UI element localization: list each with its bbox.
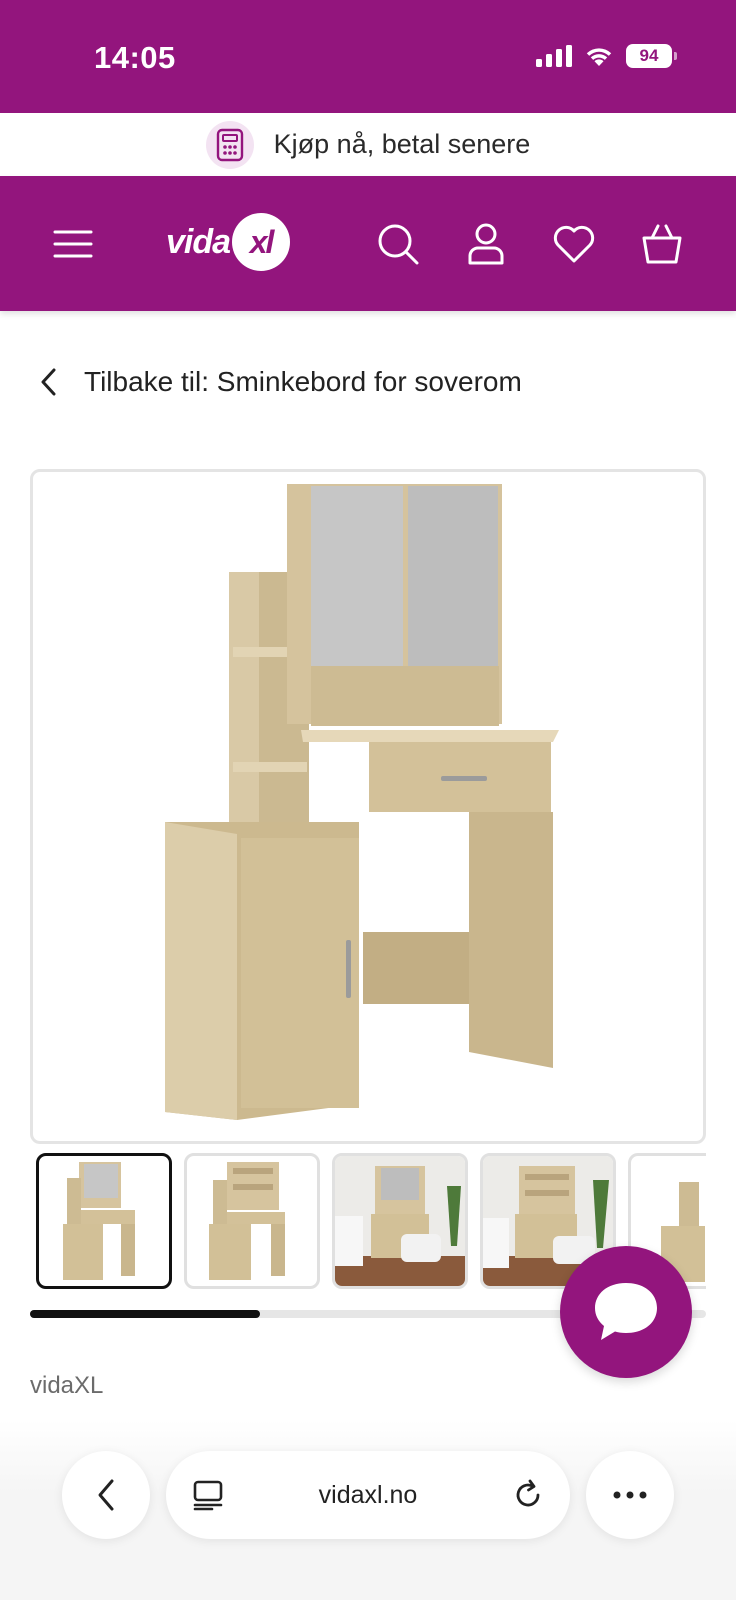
more-icon	[613, 1491, 647, 1499]
cart-basket-icon[interactable]	[634, 216, 690, 272]
breadcrumb[interactable]: Tilbake til: Sminkebord for soverom	[36, 360, 522, 404]
vidaxl-logo[interactable]: vida xl	[166, 212, 291, 272]
reload-icon[interactable]	[512, 1479, 544, 1511]
status-time: 14:05	[94, 40, 176, 75]
chat-bubble-icon	[595, 1283, 657, 1340]
chevron-left-icon	[41, 368, 56, 396]
calculator-icon	[205, 120, 254, 169]
wishlist-heart-icon[interactable]	[546, 216, 602, 272]
thumbnail-1[interactable]	[36, 1153, 172, 1289]
tabs-reader-icon[interactable]	[192, 1479, 224, 1511]
status-bar: 14:05 94	[0, 0, 736, 113]
signal-icon	[536, 45, 572, 67]
battery-level: 94	[639, 46, 659, 65]
logo-text: vida	[166, 222, 231, 261]
status-icons: 94	[536, 44, 677, 68]
browser-back-button[interactable]	[62, 1451, 150, 1539]
menu-icon[interactable]	[45, 216, 101, 272]
browser-more-button[interactable]	[586, 1451, 674, 1539]
breadcrumb-link: Tilbake til: Sminkebord for soverom	[84, 366, 522, 397]
chat-button[interactable]	[560, 1246, 692, 1378]
product-brand[interactable]: vidaXL	[30, 1372, 103, 1400]
account-icon[interactable]	[458, 216, 514, 272]
url-text: vidaxl.no	[318, 1480, 418, 1509]
battery-icon: 94	[626, 44, 677, 68]
thumbnail-2[interactable]	[184, 1153, 320, 1289]
browser-toolbar: vidaxl.no	[0, 1420, 736, 1600]
site-header: vida xl	[0, 176, 736, 311]
promo-bar[interactable]: Kjøp nå, betal senere	[0, 113, 736, 176]
thumbnail-3[interactable]	[332, 1153, 468, 1289]
address-bar[interactable]: vidaxl.no	[166, 1451, 570, 1539]
logo-badge: xl	[232, 213, 291, 271]
main-product-image[interactable]	[30, 469, 706, 1144]
search-icon[interactable]	[370, 216, 426, 272]
promo-text: Kjøp nå, betal senere	[273, 129, 531, 159]
back-icon	[98, 1479, 114, 1511]
wifi-icon	[586, 48, 612, 66]
gallery-scroll-thumb[interactable]	[30, 1310, 260, 1318]
